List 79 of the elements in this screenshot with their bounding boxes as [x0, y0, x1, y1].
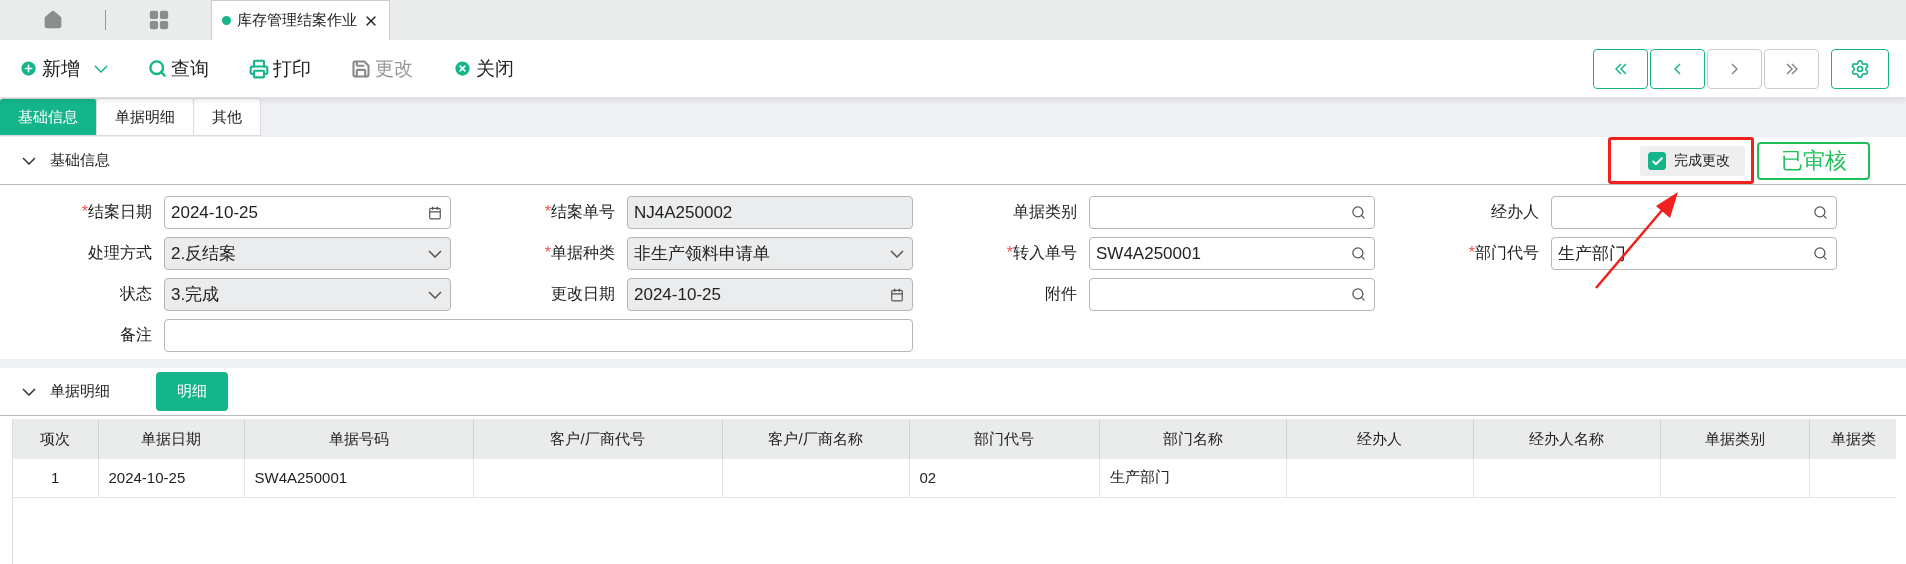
input-field[interactable]: 2.反结案	[164, 237, 451, 270]
add-icon	[19, 59, 38, 78]
column-header[interactable]: 项次	[13, 419, 98, 459]
toolbar-button[interactable]: 查询	[148, 55, 209, 82]
open-tab[interactable]: 库存管理结案作业	[211, 0, 390, 40]
field-label: *结案日期	[80, 202, 153, 222]
column-header[interactable]: 单据类别	[1660, 419, 1809, 459]
checkbox-icon[interactable]	[1648, 152, 1666, 170]
status-badge: 已审核	[1757, 142, 1870, 180]
status-dot	[222, 16, 231, 25]
printer-icon	[249, 58, 269, 79]
column-header[interactable]: 客户/厂商代号	[473, 419, 722, 459]
search-icon	[1351, 287, 1366, 302]
section-tab[interactable]: 单据明细	[97, 98, 194, 136]
input-field[interactable]: NJ4A250002	[627, 196, 913, 229]
double-left-icon	[1614, 62, 1627, 75]
chevron-down-icon	[428, 290, 442, 299]
input-field[interactable]	[1089, 278, 1375, 311]
chevron-down-icon	[428, 249, 442, 258]
input-field[interactable]	[164, 319, 913, 352]
field-label: 状态	[119, 284, 153, 304]
column-header[interactable]: 客户/厂商名称	[722, 419, 909, 459]
field-label: 备注	[119, 325, 153, 345]
field-label: *转入单号	[1005, 243, 1078, 263]
section-title: 单据明细	[50, 382, 110, 401]
toolbar-button[interactable]: 新增	[19, 55, 108, 82]
close-icon	[453, 59, 472, 78]
input-field[interactable]	[1551, 196, 1837, 229]
field-label: *部门代号	[1467, 243, 1540, 263]
column-header[interactable]: 部门代号	[909, 419, 1099, 459]
checkbox-label: 完成更改	[1674, 152, 1730, 170]
input-field[interactable]	[1089, 196, 1375, 229]
chevron-left-icon	[1674, 62, 1681, 75]
input-field[interactable]: 2024-10-25	[627, 278, 913, 311]
nav-button[interactable]	[1593, 48, 1648, 89]
column-header[interactable]: 单据号码	[244, 419, 473, 459]
field-label: 单据类别	[1012, 202, 1078, 222]
input-field[interactable]: SW4A250001	[1089, 237, 1375, 270]
tab-title: 库存管理结案作业	[237, 11, 357, 30]
apps-icon[interactable]	[147, 9, 170, 31]
field-label: 更改日期	[550, 284, 616, 304]
complete-change-checkbox[interactable]: 完成更改	[1640, 146, 1745, 176]
column-header[interactable]: 单据类	[1809, 419, 1896, 459]
column-header[interactable]: 经办人名称	[1473, 419, 1660, 459]
settings-button[interactable]	[1831, 48, 1889, 89]
section-title: 基础信息	[50, 151, 110, 170]
search-icon	[1351, 205, 1366, 220]
section-tab[interactable]: 其他	[194, 98, 261, 136]
save-icon	[351, 58, 371, 79]
toolbar-button[interactable]: 关闭	[453, 55, 514, 82]
nav-button[interactable]	[1650, 48, 1705, 89]
table-cell: 生产部门	[1099, 459, 1286, 497]
field-label: *单据种类	[543, 243, 616, 263]
settings-icon	[1850, 58, 1870, 79]
search-icon	[148, 59, 167, 78]
chevron-down-icon	[890, 249, 904, 258]
field-label: 处理方式	[87, 243, 153, 263]
table-cell: 1	[13, 459, 98, 497]
search-icon	[1351, 246, 1366, 261]
field-label: 经办人	[1490, 202, 1540, 222]
calendar-icon	[890, 287, 904, 302]
double-right-icon	[1785, 62, 1798, 75]
search-icon	[1813, 205, 1828, 220]
column-header[interactable]: 部门名称	[1099, 419, 1286, 459]
calendar-icon	[428, 205, 442, 220]
column-header[interactable]: 单据日期	[98, 419, 244, 459]
home-icon[interactable]	[42, 10, 63, 30]
table-cell: SW4A250001	[244, 459, 473, 497]
table-cell: 02	[909, 459, 1099, 497]
input-field[interactable]: 2024-10-25	[164, 196, 451, 229]
field-label: 附件	[1044, 284, 1078, 304]
input-field[interactable]: 非生产领料申请单	[627, 237, 913, 270]
input-field[interactable]: 3.完成	[164, 278, 451, 311]
field-label: *结案单号	[543, 202, 616, 222]
toolbar-button[interactable]: 打印	[249, 55, 311, 82]
column-header[interactable]: 经办人	[1286, 419, 1473, 459]
chevron-right-icon	[1731, 62, 1738, 75]
search-icon	[1813, 246, 1828, 261]
table-cell: 2024-10-25	[98, 459, 244, 497]
